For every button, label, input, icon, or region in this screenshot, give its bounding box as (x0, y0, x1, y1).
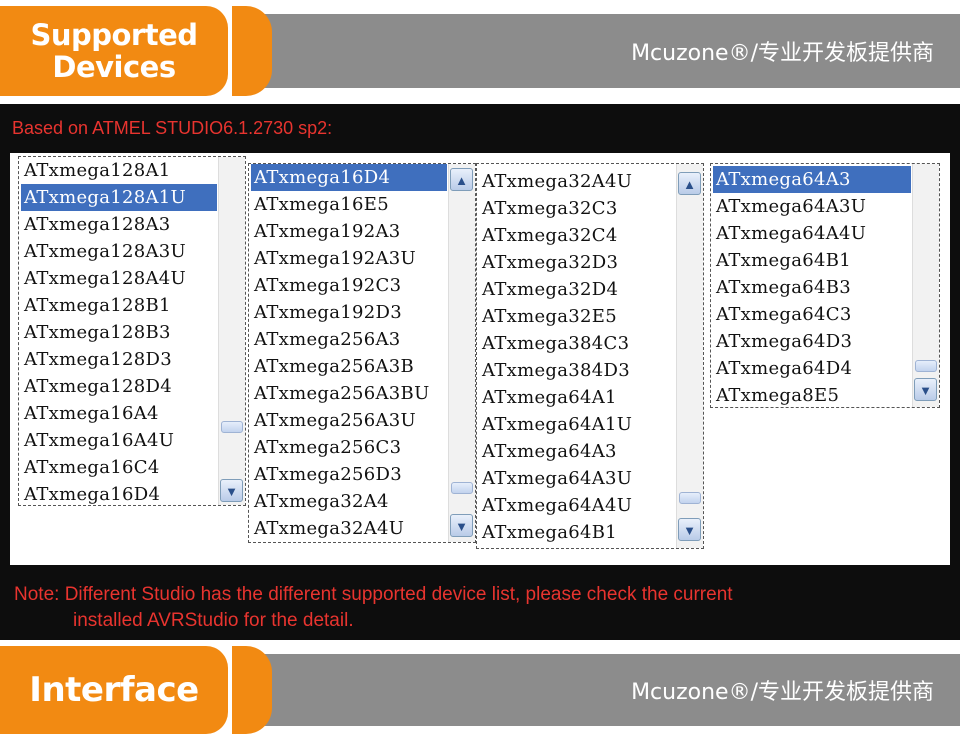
section-title-interface: Interface (29, 669, 199, 710)
banner-orange-tab: Interface (0, 646, 228, 734)
device-list-item[interactable]: ATxmega128D4 (21, 373, 217, 400)
scroll-thumb[interactable] (221, 421, 243, 433)
device-list-item[interactable]: ATxmega16A4 (21, 400, 217, 427)
device-list-item[interactable]: ATxmega16D4 (21, 481, 217, 505)
device-list-item[interactable]: ATxmega32A4U (251, 515, 447, 542)
device-list-item[interactable]: ATxmega32C4 (479, 222, 675, 249)
device-listbox-4[interactable]: ATxmega64A3 ATxmega64A3U ATxmega64A4U ATxme… (710, 163, 940, 408)
device-list-item[interactable]: ATxmega32C3 (479, 195, 675, 222)
device-list-item[interactable]: ATxmega16C4 (21, 454, 217, 481)
device-list-item[interactable]: ATxmega128A1U (21, 184, 217, 211)
device-listbox-3[interactable]: ATxmega32A4U ATxmega32C3 ATxmega32C4 ATxmeg… (476, 163, 704, 549)
listbox-items: ATxmega32A4U ATxmega32C3 ATxmega32C4 ATxmeg… (479, 168, 675, 546)
listbox-items: ATxmega64A3 ATxmega64A3U ATxmega64A4U ATxme… (713, 166, 911, 407)
device-list-item[interactable]: ATxmega384C3 (479, 330, 675, 357)
listbox-scrollbar[interactable]: ▲ ▼ (448, 164, 475, 542)
device-list-item[interactable]: ATxmega128B1 (21, 292, 217, 319)
scroll-up-arrow-icon[interactable]: ▲ (678, 172, 701, 195)
device-list-item[interactable]: ATxmega128A1 (21, 157, 217, 184)
note-text: Note: Different Studio has the different… (14, 582, 733, 634)
banner-orange-tab: Supported Devices (0, 6, 228, 96)
device-list-item[interactable]: ATxmega256A3U (251, 407, 447, 434)
device-list-item[interactable]: ATxmega16D4 (251, 164, 447, 191)
device-listbox-2[interactable]: ATxmega16D4 ATxmega16E5 ATxmega192A3 ATxmeg… (248, 163, 476, 543)
device-list-item[interactable]: ATxmega128A3 (21, 211, 217, 238)
device-list-item[interactable]: ATxmega128A4U (21, 265, 217, 292)
note-line-2: installed AVRStudio for the detail. (73, 610, 354, 631)
supported-devices-banner: Supported Devices Mcuzone®/专业开发板提供商 (0, 6, 960, 96)
device-list-item[interactable]: ATxmega256A3BU (251, 380, 447, 407)
device-list-item[interactable]: ATxmega64A4U (713, 220, 911, 247)
device-list-item[interactable]: ATxmega128A3U (21, 238, 217, 265)
device-list-item[interactable]: ATxmega192D3 (251, 299, 447, 326)
scroll-thumb[interactable] (679, 492, 701, 504)
listbox-scrollbar[interactable]: ▼ (218, 157, 245, 505)
device-list-item[interactable]: ATxmega64A3 (713, 166, 911, 193)
device-list-item[interactable]: ATxmega256D3 (251, 461, 447, 488)
device-list-screenshot: ATxmega128A1 ATxmega128A1U ATxmega128A3 ATx… (10, 153, 950, 565)
device-listbox-1[interactable]: ATxmega128A1 ATxmega128A1U ATxmega128A3 ATx… (18, 156, 246, 506)
listbox-scrollbar[interactable]: ▼ (912, 164, 939, 407)
device-list-item[interactable]: ATxmega32D4 (479, 276, 675, 303)
device-list-item[interactable]: ATxmega64A3U (713, 193, 911, 220)
brand-tagline: Mcuzone®/专业开发板提供商 (631, 680, 934, 705)
device-list-item[interactable]: ATxmega64C3 (713, 301, 911, 328)
device-list-item[interactable]: ATxmega384D3 (479, 357, 675, 384)
device-list-item[interactable]: ATxmega64A3 (479, 438, 675, 465)
device-list-item[interactable]: ATxmega128B3 (21, 319, 217, 346)
device-list-item[interactable]: ATxmega64B3 (713, 274, 911, 301)
device-list-item[interactable]: ATxmega64A1U (479, 411, 675, 438)
scroll-down-arrow-icon[interactable]: ▼ (678, 518, 701, 541)
supported-devices-panel: Based on ATMEL STUDIO6.1.2730 sp2: ATxme… (0, 104, 960, 640)
device-list-item[interactable]: ATxmega64A4U (479, 492, 675, 519)
listbox-items: ATxmega16D4 ATxmega16E5 ATxmega192A3 ATxmeg… (251, 164, 447, 542)
based-on-label: Based on ATMEL STUDIO6.1.2730 sp2: (12, 118, 333, 138)
device-list-item[interactable]: ATxmega32A4U (479, 168, 675, 195)
device-list-item[interactable]: ATxmega16E5 (251, 191, 447, 218)
banner-orange-edge (232, 646, 272, 734)
device-list-item[interactable]: ATxmega32E5 (479, 303, 675, 330)
section-title-supported-devices: Supported Devices (30, 17, 198, 84)
scroll-thumb[interactable] (915, 360, 937, 372)
device-list-item[interactable]: ATxmega8E5 (713, 382, 911, 407)
brand-tagline: Mcuzone®/专业开发板提供商 (631, 41, 934, 66)
scroll-up-arrow-icon[interactable]: ▲ (450, 168, 473, 191)
device-list-item[interactable]: ATxmega64B1 (479, 519, 675, 546)
listbox-items: ATxmega128A1 ATxmega128A1U ATxmega128A3 ATx… (21, 157, 217, 505)
banner-orange-edge (232, 6, 272, 96)
device-list-item[interactable]: ATxmega256A3 (251, 326, 447, 353)
device-list-item[interactable]: ATxmega192A3 (251, 218, 447, 245)
scroll-thumb[interactable] (451, 482, 473, 494)
scroll-down-arrow-icon[interactable]: ▼ (914, 378, 937, 401)
device-list-item[interactable]: ATxmega64D4 (713, 355, 911, 382)
device-list-item[interactable]: ATxmega64D3 (713, 328, 911, 355)
device-list-item[interactable]: ATxmega128D3 (21, 346, 217, 373)
device-list-item[interactable]: ATxmega16A4U (21, 427, 217, 454)
scroll-down-arrow-icon[interactable]: ▼ (220, 479, 243, 502)
note-line-1: Note: Different Studio has the different… (14, 584, 733, 605)
interface-banner: Interface Mcuzone®/专业开发板提供商 (0, 646, 960, 734)
device-list-item[interactable]: ATxmega64B1 (713, 247, 911, 274)
device-list-item[interactable]: ATxmega64A1 (479, 384, 675, 411)
device-list-item[interactable]: ATxmega32A4 (251, 488, 447, 515)
scroll-down-arrow-icon[interactable]: ▼ (450, 514, 473, 537)
device-list-item[interactable]: ATxmega256C3 (251, 434, 447, 461)
device-list-item[interactable]: ATxmega192A3U (251, 245, 447, 272)
device-list-item[interactable]: ATxmega256A3B (251, 353, 447, 380)
device-list-item[interactable]: ATxmega64A3U (479, 465, 675, 492)
device-list-item[interactable]: ATxmega192C3 (251, 272, 447, 299)
listbox-scrollbar[interactable]: ▲ ▼ (676, 164, 703, 548)
device-list-item[interactable]: ATxmega32D3 (479, 249, 675, 276)
